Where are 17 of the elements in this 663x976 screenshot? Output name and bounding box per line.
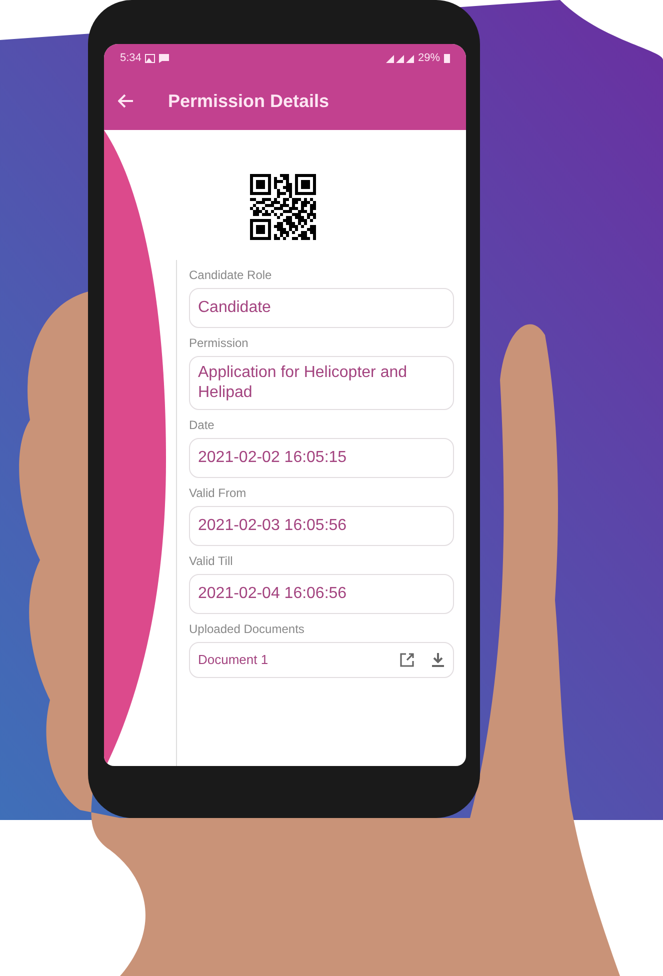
image-icon (145, 54, 156, 62)
field-label: Valid From (189, 485, 248, 502)
download-icon[interactable] (431, 652, 445, 668)
battery-percentage: 29% (418, 50, 440, 66)
field-label: Permission (189, 335, 250, 352)
back-arrow-icon[interactable] (118, 94, 134, 108)
page-title: Permission Details (168, 90, 330, 112)
field-label: Date (189, 417, 216, 434)
signal-icon (386, 54, 414, 62)
message-icon (159, 54, 170, 62)
field-label: Valid Till (189, 553, 234, 570)
document-name: Document 1 (198, 651, 268, 670)
status-time: 5:34 (120, 50, 142, 66)
open-external-icon[interactable] (399, 652, 415, 668)
field-label: Candidate Role (189, 267, 273, 284)
field-label: Uploaded Documents (189, 621, 306, 638)
battery-icon (444, 53, 450, 63)
